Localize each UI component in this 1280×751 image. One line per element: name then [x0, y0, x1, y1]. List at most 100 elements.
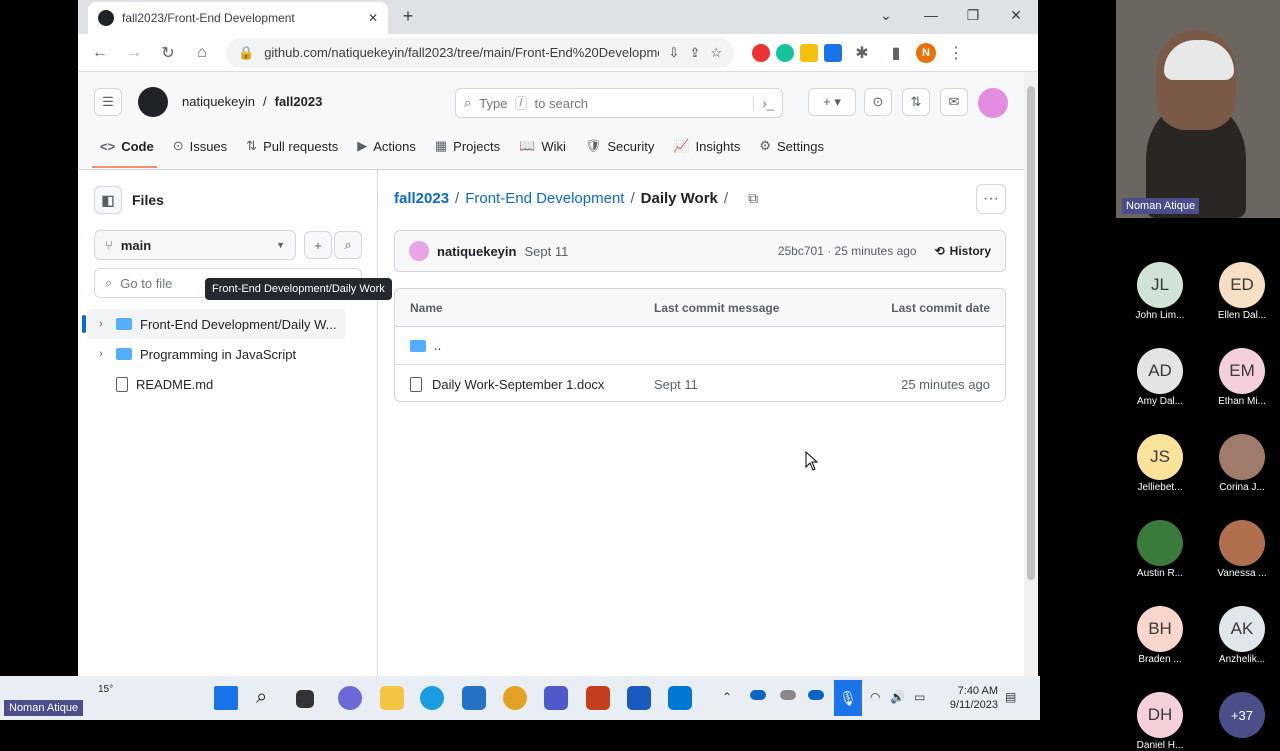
branch-selector[interactable]: ⑂ main ▼: [94, 230, 296, 260]
tab-projects[interactable]: ▦ Projects: [427, 134, 511, 164]
notification-icon[interactable]: ▤: [1005, 690, 1016, 704]
inbox-icon[interactable]: ✉: [940, 88, 968, 116]
table-row-parent[interactable]: ..: [395, 327, 1005, 365]
install-icon[interactable]: ⇩: [669, 45, 680, 61]
address-bar[interactable]: 🔒 github.com/natiquekeyin/fall2023/tree/…: [226, 37, 734, 68]
grammarly-extension-icon[interactable]: [776, 43, 794, 62]
new-tab-button[interactable]: +: [396, 6, 420, 28]
back-icon[interactable]: ←: [86, 39, 114, 67]
participant-tile[interactable]: Austin R...: [1115, 520, 1205, 579]
close-window-button[interactable]: ✕: [1001, 4, 1031, 26]
word-icon[interactable]: [627, 686, 651, 710]
battery-icon[interactable]: ▭: [914, 690, 925, 704]
tab-issues[interactable]: ⊙ Issues: [165, 134, 238, 164]
close-tab-icon[interactable]: ✕: [368, 11, 378, 25]
chrome-menu-icon[interactable]: ⋮: [942, 39, 970, 67]
maximize-button[interactable]: ❐: [958, 4, 988, 26]
repo-link[interactable]: fall2023: [275, 94, 323, 109]
cloud-icon[interactable]: [780, 690, 796, 700]
teams-icon[interactable]: [544, 686, 568, 710]
tree-item-front-end-development[interactable]: › Front-End Development/Daily W...: [82, 309, 346, 339]
chevron-up-icon[interactable]: ⌃: [722, 690, 732, 704]
home-icon[interactable]: ⌂: [188, 39, 216, 67]
history-button[interactable]: ⟲ History: [935, 244, 991, 258]
reload-icon[interactable]: ↻: [154, 39, 182, 67]
participant-tile[interactable]: BH Braden ...: [1115, 606, 1205, 665]
github-logo-icon[interactable]: [138, 87, 168, 117]
tab-settings[interactable]: ⚙ Settings: [751, 134, 835, 164]
tab-code[interactable]: <> Code: [92, 134, 165, 168]
tab-insights[interactable]: 📈 Insights: [665, 134, 751, 164]
start-windows-icon[interactable]: [214, 686, 238, 710]
browser-tab[interactable]: fall2023/Front-End Development ✕: [88, 2, 388, 34]
participant-tile[interactable]: AD Amy Dal...: [1115, 348, 1205, 407]
participant-tile[interactable]: Vanessa ...: [1197, 520, 1280, 579]
collapse-sidebar-icon[interactable]: ◧: [94, 186, 122, 214]
chevron-right-icon[interactable]: ›: [94, 318, 108, 330]
tab-security[interactable]: 🛡 Security: [577, 134, 665, 164]
notes-extension-icon[interactable]: [800, 43, 818, 62]
chrome-icon[interactable]: [503, 686, 527, 710]
chevron-right-icon[interactable]: ›: [94, 348, 108, 360]
more-participants-button[interactable]: +37: [1197, 692, 1280, 751]
cloud-sync-icon[interactable]: [808, 690, 824, 700]
side-panel-icon[interactable]: ▮: [882, 39, 910, 67]
tree-item-readme[interactable]: README.md: [86, 369, 346, 399]
screen-extension-icon[interactable]: [824, 43, 842, 62]
edge-icon[interactable]: [420, 686, 444, 710]
onedrive-icon[interactable]: [750, 690, 766, 700]
create-new-button[interactable]: + ▾: [808, 88, 856, 116]
participant-tile[interactable]: DH Daniel H...: [1115, 692, 1205, 751]
extensions-puzzle-icon[interactable]: ✱: [848, 39, 876, 67]
file-link[interactable]: Daily Work-September 1.docx: [432, 377, 604, 392]
teams-chat-icon[interactable]: [338, 686, 362, 710]
tree-item-programming-in-javascript[interactable]: › Programming in JavaScript: [86, 339, 346, 369]
task-view-icon[interactable]: [296, 690, 314, 708]
taskbar-clock[interactable]: 7:40 AM 9/11/2023: [940, 684, 998, 712]
pull-requests-icon[interactable]: ⇅: [902, 88, 930, 116]
participant-tile[interactable]: EM Ethan Mi...: [1197, 348, 1280, 407]
participant-tile[interactable]: JL John Lim...: [1115, 262, 1205, 321]
search-input[interactable]: ⌕ Type / to search ›_: [455, 88, 783, 118]
tab-search-icon[interactable]: ⌄: [871, 4, 901, 26]
add-file-button[interactable]: +: [304, 231, 332, 259]
tab-pull-requests[interactable]: ⇅ Pull requests: [238, 134, 349, 164]
command-palette-icon[interactable]: ›_: [753, 95, 774, 111]
store-icon[interactable]: [462, 686, 486, 710]
minimize-button[interactable]: —: [916, 4, 946, 26]
tab-wiki[interactable]: 📖 Wiki: [511, 134, 577, 164]
tab-actions[interactable]: ▶ Actions: [349, 134, 427, 164]
search-files-button[interactable]: ⌕: [334, 231, 362, 259]
file-explorer-icon[interactable]: [380, 686, 404, 710]
copy-path-icon[interactable]: ⧉: [748, 190, 758, 207]
participant-tile[interactable]: ED Ellen Dal...: [1197, 262, 1280, 321]
search-icon[interactable]: ⌕: [256, 686, 280, 710]
wifi-icon[interactable]: ◠: [870, 690, 880, 704]
scrollbar[interactable]: [1024, 72, 1038, 676]
participant-tile[interactable]: AK Anzhelik...: [1197, 606, 1280, 665]
vscode-icon[interactable]: [668, 686, 692, 710]
commit-hash[interactable]: 25bc701 · 25 minutes ago: [778, 244, 917, 258]
path-folder-link[interactable]: Front-End Development: [465, 190, 624, 207]
more-options-icon[interactable]: ···: [976, 184, 1006, 214]
owner-link[interactable]: natiquekeyin: [182, 94, 255, 109]
table-row[interactable]: Daily Work-September 1.docx Sept 11 25 m…: [395, 365, 1005, 401]
weather-widget[interactable]: 15°: [98, 684, 113, 695]
participant-tile[interactable]: JS Jelliebet...: [1115, 434, 1205, 493]
bookmark-star-icon[interactable]: ☆: [710, 45, 722, 61]
volume-icon[interactable]: 🔊: [890, 690, 905, 704]
avatar[interactable]: [409, 241, 429, 261]
path-root-link[interactable]: fall2023: [394, 190, 449, 207]
powerpoint-icon[interactable]: [586, 686, 610, 710]
microphone-icon[interactable]: 🎙: [834, 680, 862, 716]
participant-tile[interactable]: Corina J...: [1197, 434, 1280, 493]
hamburger-menu-icon[interactable]: ☰: [94, 88, 122, 116]
forward-icon[interactable]: →: [120, 39, 148, 67]
profile-avatar[interactable]: N: [916, 42, 936, 63]
share-icon[interactable]: ⇪: [689, 45, 700, 61]
adblock-extension-icon[interactable]: [752, 43, 770, 62]
issues-icon[interactable]: ⊙: [864, 88, 892, 116]
commit-author[interactable]: natiquekeyin: [437, 244, 516, 259]
user-avatar[interactable]: [978, 88, 1008, 118]
scrollbar-thumb[interactable]: [1027, 86, 1035, 580]
